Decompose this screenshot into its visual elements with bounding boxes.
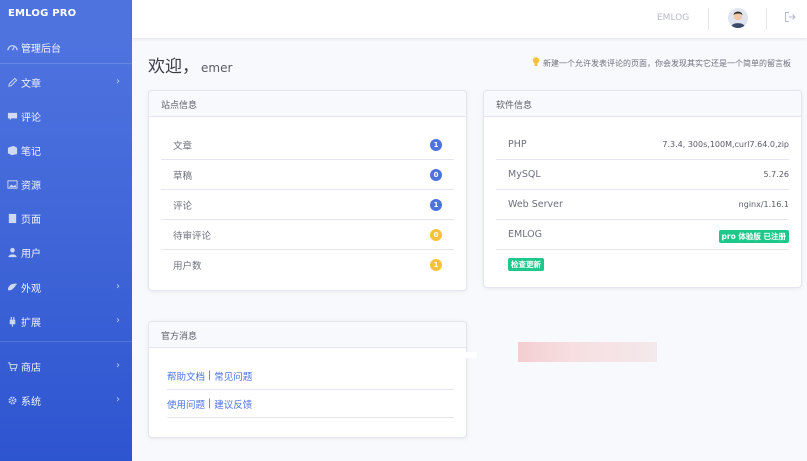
chevron-right-icon: ›: [116, 76, 120, 87]
info-label: MySQL: [508, 169, 541, 180]
sidebar-item-notes[interactable]: 笔记: [0, 138, 132, 162]
info-value: 7.3.4, 300s,100M,curl7.64.0,zip: [662, 140, 789, 149]
faq-link[interactable]: 常见问题: [214, 369, 252, 383]
chevron-right-icon: ›: [116, 315, 120, 326]
sidebar-item-label: 笔记: [21, 146, 41, 158]
stat-label: 评论: [173, 200, 193, 212]
feedback-link[interactable]: 建议反馈: [214, 397, 252, 411]
link-row: 帮助文档 | 常见问题: [167, 362, 454, 390]
store-icon: [6, 360, 18, 372]
count-badge: 0: [430, 229, 442, 241]
sidebar-item-extensions[interactable]: 扩展 ›: [0, 309, 132, 333]
stat-row[interactable]: 待审评论 0: [161, 220, 454, 250]
card-title: 软件信息: [484, 91, 801, 117]
official-news-card: 官方消息 帮助文档 | 常见问题 使用问题 | 建议反馈: [148, 321, 467, 438]
brand-logo[interactable]: EMLOG PRO: [0, 0, 132, 28]
chevron-right-icon: ›: [116, 281, 120, 292]
sidebar-item-label: 商店: [21, 362, 41, 374]
tip-text: 新建一个允许发表评论的页面，你会发现其实它还是一个简单的留言板: [543, 59, 791, 68]
sidebar-item-label: 文章: [21, 78, 41, 90]
card-title: 官方消息: [149, 322, 466, 348]
chevron-right-icon: ›: [116, 360, 120, 371]
license-badge: pro 体验版 已注册: [718, 230, 789, 243]
topbar-divider: [766, 8, 767, 30]
site-link[interactable]: EMLOG: [657, 13, 689, 23]
info-value: 5.7.26: [763, 170, 789, 179]
gear-icon: [6, 394, 18, 406]
welcome-greeting: 欢迎，: [148, 57, 199, 77]
image-icon: [6, 178, 18, 190]
sidebar-divider: [0, 341, 132, 342]
stat-label: 文章: [173, 140, 193, 152]
sidebar-item-label: 系统: [21, 396, 41, 408]
logout-icon[interactable]: [784, 11, 798, 25]
count-badge: 0: [430, 169, 442, 181]
stat-row[interactable]: 评论 1: [161, 190, 454, 220]
info-label: Web Server: [508, 199, 563, 210]
topbar: EMLOG: [132, 0, 807, 38]
redacted-area: [463, 352, 477, 358]
usage-issues-link[interactable]: 使用问题: [167, 397, 205, 411]
info-row: EMLOG pro 体验版 已注册: [496, 220, 789, 250]
page-icon: [6, 212, 18, 224]
sidebar-item-label: 资源: [21, 180, 41, 192]
sidebar-item-system[interactable]: 系统 ›: [0, 388, 132, 412]
stat-row[interactable]: 用户数 1: [161, 250, 454, 280]
count-badge: 1: [430, 139, 442, 151]
sidebar-item-label: 页面: [21, 214, 41, 226]
note-icon: [6, 144, 18, 156]
redacted-area: [518, 342, 657, 362]
sidebar-divider: [0, 63, 132, 64]
sidebar-item-appearance[interactable]: 外观 ›: [0, 275, 132, 299]
info-row: Web Server nginx/1.16.1: [496, 190, 789, 220]
sidebar-item-pages[interactable]: 页面: [0, 206, 132, 230]
sidebar-item-label: 评论: [21, 112, 41, 124]
info-label: PHP: [508, 139, 527, 150]
stat-row[interactable]: 草稿 0: [161, 160, 454, 190]
dashboard-icon: [6, 41, 18, 53]
user-icon: [6, 246, 18, 258]
sidebar: EMLOG PRO 管理后台 文章 › 评论 笔记 资源 页面 用户 外观 › …: [0, 0, 132, 461]
sidebar-item-dashboard[interactable]: 管理后台: [0, 35, 132, 59]
link-separator: |: [208, 398, 212, 409]
stat-label: 待审评论: [173, 230, 212, 242]
sidebar-item-store[interactable]: 商店 ›: [0, 354, 132, 378]
tip-banner: 新建一个允许发表评论的页面，你会发现其实它还是一个简单的留言板: [532, 57, 791, 70]
site-info-card: 站点信息 文章 1 草稿 0 评论 1 待审评论 0 用户数 1: [148, 90, 467, 291]
topbar-divider: [708, 8, 709, 30]
avatar[interactable]: [728, 8, 748, 28]
info-label: EMLOG: [508, 229, 542, 240]
check-update-button[interactable]: 检查更新: [508, 258, 544, 271]
count-badge: 1: [430, 259, 442, 271]
info-row: PHP 7.3.4, 300s,100M,curl7.64.0,zip: [496, 130, 789, 160]
chevron-right-icon: ›: [116, 394, 120, 405]
count-badge: 1: [430, 199, 442, 211]
sidebar-item-label: 外观: [21, 283, 41, 295]
sidebar-item-articles[interactable]: 文章 ›: [0, 70, 132, 94]
sidebar-item-users[interactable]: 用户: [0, 240, 132, 264]
stat-label: 用户数: [173, 261, 202, 272]
palette-icon: [6, 281, 18, 293]
page-title: 欢迎， emer: [148, 52, 232, 77]
sidebar-item-resources[interactable]: 资源: [0, 172, 132, 196]
comment-icon: [6, 110, 18, 122]
help-docs-link[interactable]: 帮助文档: [167, 369, 205, 383]
card-title: 站点信息: [149, 91, 466, 117]
stat-label: 草稿: [173, 170, 193, 182]
software-info-card: 软件信息 PHP 7.3.4, 300s,100M,curl7.64.0,zip…: [483, 90, 802, 288]
link-separator: |: [208, 370, 212, 381]
plugin-icon: [6, 315, 18, 327]
sidebar-item-comments[interactable]: 评论: [0, 104, 132, 128]
pencil-icon: [6, 76, 18, 88]
info-row: MySQL 5.7.26: [496, 160, 789, 190]
sidebar-item-label: 扩展: [21, 317, 41, 329]
lightbulb-icon: [532, 57, 540, 70]
welcome-username: emer: [201, 61, 233, 75]
sidebar-item-label: 管理后台: [21, 43, 61, 55]
stat-row[interactable]: 文章 1: [161, 130, 454, 160]
sidebar-item-label: 用户: [21, 248, 41, 260]
link-row: 使用问题 | 建议反馈: [167, 390, 454, 418]
info-value: nginx/1.16.1: [738, 200, 789, 209]
